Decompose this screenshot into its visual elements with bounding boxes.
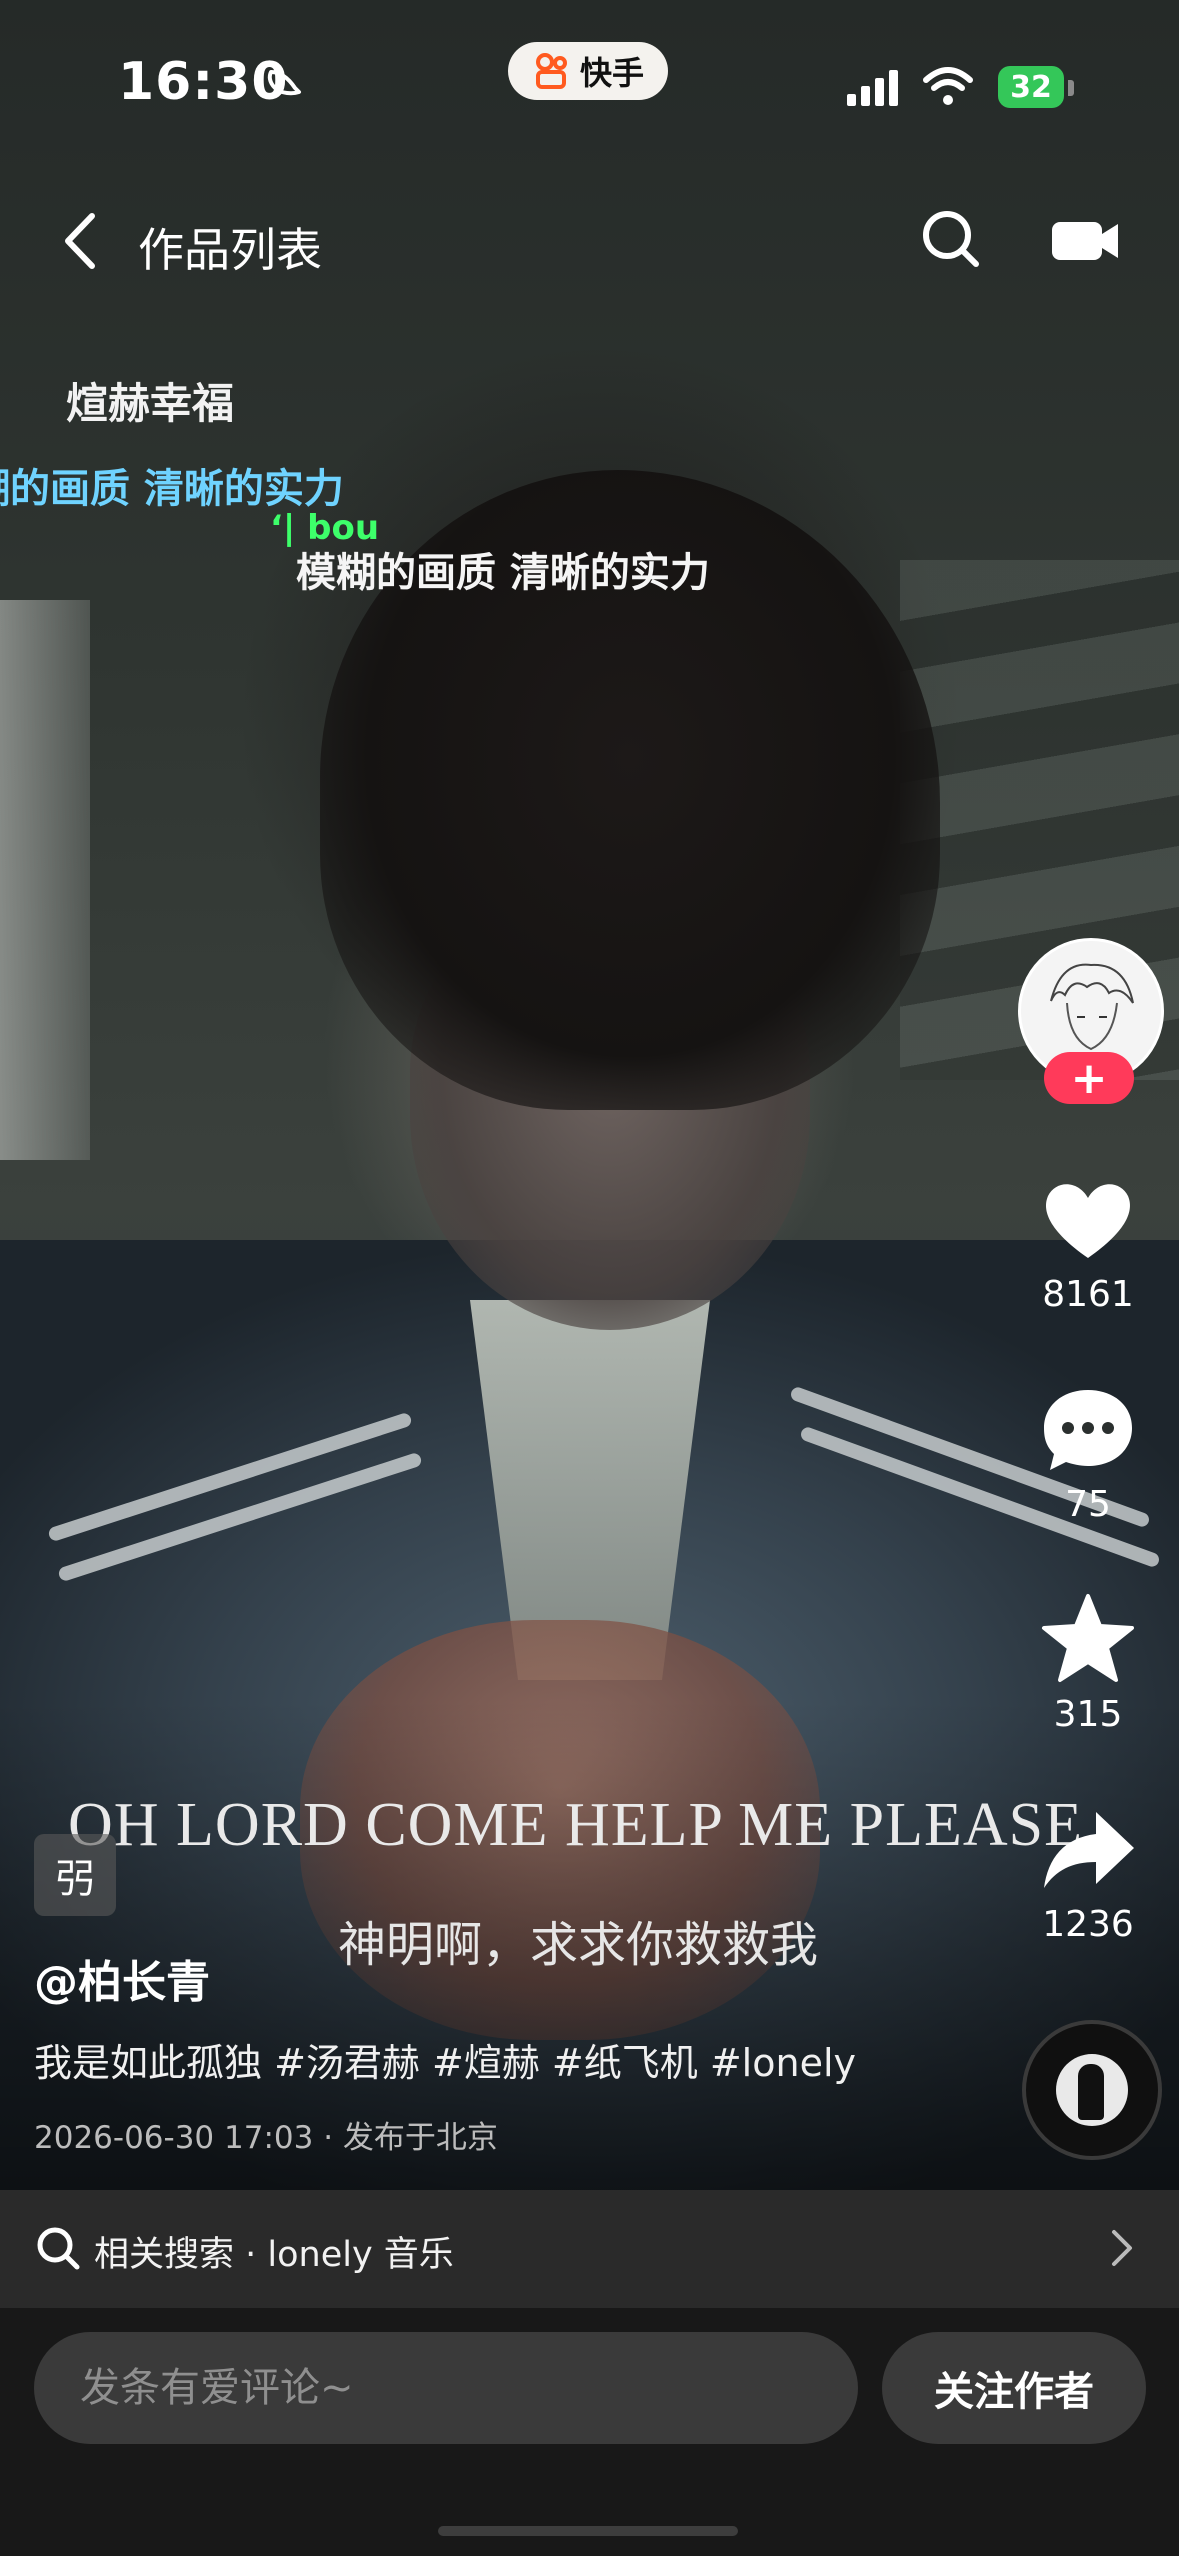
comment-count: 75 xyxy=(1065,1484,1111,1525)
chevron-right-icon xyxy=(1112,2230,1132,2266)
app-indicator-pill[interactable]: 快手 xyxy=(508,42,668,100)
signal-icon xyxy=(847,70,898,106)
search-icon xyxy=(37,2227,80,2270)
home-indicator[interactable] xyxy=(438,2526,738,2536)
related-search-bar[interactable]: 相关搜索 · lonely 音乐 xyxy=(0,2190,1179,2308)
scrolling-danmaku-text: 糊的画质 清晰的实力 xyxy=(0,466,344,512)
like-button[interactable]: 8161 xyxy=(1008,1170,1168,1315)
star-icon xyxy=(1042,1594,1134,1682)
heart-icon xyxy=(1046,1184,1130,1258)
music-cover-figure xyxy=(1078,2064,1104,2120)
video-player[interactable] xyxy=(0,0,1179,2190)
follow-plus-button[interactable]: + xyxy=(1044,1052,1134,1104)
share-count: 1236 xyxy=(1042,1904,1134,1945)
comment-input[interactable] xyxy=(34,2332,858,2444)
back-icon[interactable] xyxy=(58,210,108,272)
like-count: 8161 xyxy=(1042,1274,1134,1315)
status-bar: 16:30 快手 32 xyxy=(0,0,1179,150)
background-stairs-left xyxy=(0,600,90,1160)
comment-button[interactable]: 75 xyxy=(1008,1380,1168,1525)
favorite-button[interactable]: 315 xyxy=(1008,1590,1168,1735)
comment-icon xyxy=(1044,1390,1132,1470)
chinese-subtitle: 神明啊，求求你救救我 xyxy=(338,1917,819,1973)
video-subtitle-top: 模糊的画质 清晰的实力 xyxy=(296,550,710,596)
follow-author-button[interactable]: 关注作者 xyxy=(882,2332,1146,2444)
battery-percent: 32 xyxy=(1010,69,1052,105)
music-cover xyxy=(1056,2054,1128,2126)
english-subtitle: OH LORD COME HELP ME PLEASE xyxy=(68,1791,1084,1859)
kuaishou-logo-icon xyxy=(535,53,567,89)
share-icon xyxy=(1044,1812,1134,1888)
publish-meta: 2026-06-30 17:03 · 发布于北京 xyxy=(34,2120,498,2156)
battery-cap xyxy=(1068,80,1074,96)
video-watermark-tag: 煊赫幸福 xyxy=(66,379,235,428)
related-search-label: 相关搜索 · lonely 音乐 xyxy=(94,2235,454,2275)
app-name: 快手 xyxy=(579,54,644,92)
author-name[interactable]: @柏长青 xyxy=(34,1946,210,2010)
content-tag-badge[interactable]: 弜 xyxy=(34,1834,116,1916)
camera-icon[interactable] xyxy=(1050,212,1120,268)
moon-icon xyxy=(267,70,301,96)
bottom-bar: 关注作者 xyxy=(0,2308,1179,2556)
music-disc-icon[interactable] xyxy=(1022,2020,1162,2160)
video-screen: 16:30 快手 32 作品列表 煊赫幸福 糊的画质 清晰的实力 ‘| bou … xyxy=(0,0,1179,2556)
page-title[interactable]: 作品列表 xyxy=(138,214,322,280)
battery-level: 32 xyxy=(998,66,1064,108)
status-time: 16:30 xyxy=(118,52,289,112)
share-button[interactable]: 1236 xyxy=(1008,1800,1168,1945)
search-icon[interactable] xyxy=(920,208,982,270)
favorite-count: 315 xyxy=(1053,1694,1123,1735)
video-caption[interactable]: 我是如此孤独 #汤君赫 #煊赫 #纸飞机 #lonely xyxy=(34,2032,856,2087)
wifi-icon xyxy=(923,67,973,105)
